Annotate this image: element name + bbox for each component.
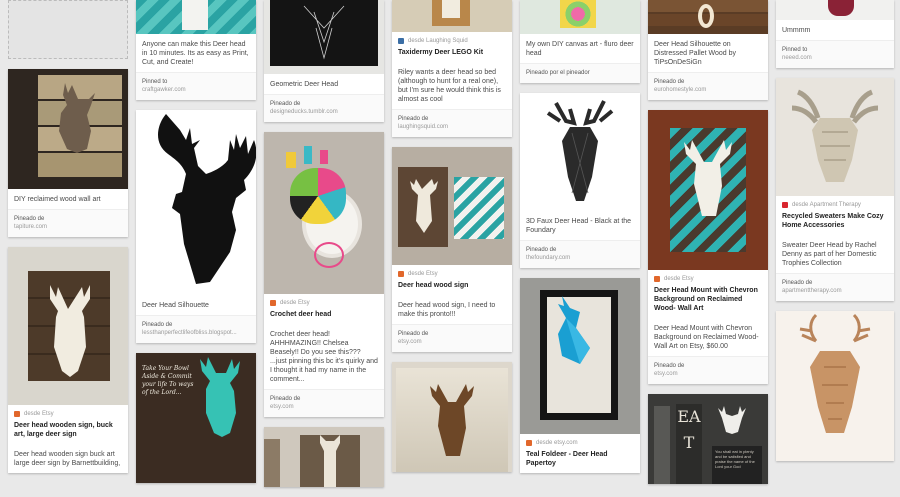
deer-3d-icon: [546, 100, 614, 201]
pin-deer-chevron-wood[interactable]: desde Etsy Deer Head Mount with Chevron …: [648, 110, 768, 384]
pin-title[interactable]: Crochet deer head: [264, 308, 384, 324]
deer-silhouette-icon: [50, 285, 90, 377]
pin-image[interactable]: [776, 0, 894, 20]
pin-image[interactable]: [136, 110, 256, 295]
pin-description: 3D Faux Deer Head - Black at the Foundar…: [526, 218, 632, 234]
geometric-deer-icon: [303, 5, 345, 60]
sweater-deer-icon: [791, 89, 879, 182]
placeholder-pin: [8, 0, 128, 59]
deer-silhouette-icon: [320, 435, 340, 487]
pin-title[interactable]: Deer head wooden sign, buck art, large d…: [8, 419, 128, 444]
pin-title[interactable]: Teal Foldeer - Deer Head Papertoy: [520, 448, 640, 473]
deer-silhouette-icon: [59, 83, 95, 153]
pin-deer-head-silhouette[interactable]: Deer Head Silhouette Pineado de lessthanp…: [136, 110, 256, 343]
deer-silhouette-icon: [430, 384, 474, 456]
etsy-icon: [398, 271, 404, 277]
pin-lego-deer-kit[interactable]: desde Laughing Squid Taxidermy Deer LEGO…: [392, 0, 512, 137]
pin-source[interactable]: Pineado de etsy.com: [392, 324, 512, 352]
apartment-therapy-icon: [782, 202, 788, 208]
pin-source[interactable]: Pineado de laughingsquid.com: [392, 109, 512, 137]
pin-description: Geometric Deer Head: [270, 81, 339, 88]
pin-source[interactable]: Pineado de etsy.com: [264, 389, 384, 417]
etsy-icon: [270, 300, 276, 306]
pin-wood-panel-deer[interactable]: [264, 427, 384, 487]
pin-source[interactable]: Pinned to neeed.com: [776, 40, 894, 68]
pin-crochet-deer-head[interactable]: desde Etsy Crochet deer head Crochet dee…: [264, 132, 384, 417]
deer-silhouette-icon: [158, 114, 256, 284]
pin-3d-faux-deer-head[interactable]: 3D Faux Deer Head - Black at the Foundar…: [520, 93, 640, 268]
pin-deer-head-wood-sign[interactable]: desde Etsy Deer head wood sign Deer head…: [392, 147, 512, 352]
pin-source[interactable]: Pineado de apartmenttherapy.com: [776, 273, 894, 301]
pin-source[interactable]: Pineado de eurohomestyle.com: [648, 72, 768, 100]
pin-source[interactable]: Pinned to craftgawker.com: [136, 72, 256, 100]
pin-eat-wall-decor[interactable]: EAT You shall eat in plenty and be satis…: [648, 394, 768, 484]
pin-image[interactable]: [776, 78, 894, 196]
pin-distressed-wood-deer[interactable]: [392, 362, 512, 472]
etsy-icon: [654, 276, 660, 282]
pin-image[interactable]: [520, 278, 640, 434]
pin-image[interactable]: [264, 0, 384, 74]
etsy-icon: [526, 440, 532, 446]
pin-image[interactable]: [392, 362, 512, 472]
pin-deer-head-wooden-sign[interactable]: desde Etsy Deer head wooden sign, buck a…: [8, 247, 128, 473]
pin-geometric-deer-head[interactable]: Geometric Deer Head Pineado de designeduc…: [264, 0, 384, 122]
pin-description: Crochet deer head! AHHHMAZING!! Chelsea …: [270, 331, 378, 383]
pin-source[interactable]: Pineado de designeducks.tumblr.com: [264, 94, 384, 122]
pin-image[interactable]: [648, 110, 768, 270]
pin-source[interactable]: Pineado de lessthanperfectlifeofbliss.blo…: [136, 315, 256, 343]
pin-wooden-deer-3d[interactable]: [776, 311, 894, 461]
pin-description: Ummmm: [782, 27, 811, 34]
pin-source[interactable]: Pineado de tapiture.com: [8, 209, 128, 237]
pin-image[interactable]: Take Your Bowl Aside & Commit your life …: [136, 353, 256, 483]
etsy-icon: [14, 411, 20, 417]
pin-description: Deer Head Mount with Chevron Background …: [654, 325, 759, 350]
pin-description: Anyone can make this Deer head in 10 min…: [142, 41, 249, 66]
pin-image[interactable]: [8, 69, 128, 189]
pin-source[interactable]: Pineado por el pineador: [520, 63, 640, 83]
pin-image[interactable]: [776, 311, 894, 461]
pin-diy-canvas-art[interactable]: My own DIY canvas art - fluro deer head …: [520, 0, 640, 83]
pin-description: My own DIY canvas art - fluro deer head: [526, 41, 634, 57]
pin-print-cut-deer-head[interactable]: Anyone can make this Deer head in 10 min…: [136, 0, 256, 100]
pin-image[interactable]: [392, 0, 512, 32]
pin-image[interactable]: [648, 0, 768, 34]
pin-title[interactable]: Taxidermy Deer LEGO Kit: [392, 46, 512, 62]
pin-image[interactable]: [264, 132, 384, 294]
pin-image[interactable]: [8, 247, 128, 405]
pin-title[interactable]: Recycled Sweaters Make Cozy Home Accesso…: [776, 210, 894, 235]
pin-image[interactable]: [264, 427, 384, 487]
pin-title[interactable]: Deer Head Mount with Chevron Background …: [648, 284, 768, 318]
pin-title[interactable]: Deer head wood sign: [392, 279, 512, 295]
pin-chalk-deer-art[interactable]: Take Your Bowl Aside & Commit your life …: [136, 353, 256, 483]
pin-diy-reclaimed-wood[interactable]: DIY reclaimed wood wall art Pineado de ta…: [8, 69, 128, 237]
pin-image[interactable]: [136, 0, 256, 34]
pin-pallet-wood-deer[interactable]: Deer Head Silhouette on Distressed Palle…: [648, 0, 768, 100]
pin-ummmm[interactable]: Ummmm Pinned to neeed.com: [776, 0, 894, 68]
laughing-squid-icon: [398, 38, 404, 44]
wooden-deer-head-icon: [799, 313, 871, 433]
pin-image[interactable]: [520, 93, 640, 211]
pin-teal-foldeer[interactable]: desde etsy.com Teal Foldeer - Deer Head …: [520, 278, 640, 473]
pin-description: Riley wants a deer head so bed (although…: [398, 69, 501, 103]
pin-description: Deer head wooden sign buck art large dee…: [14, 451, 121, 467]
pin-source[interactable]: Pineado de thefoundary.com: [520, 240, 640, 268]
scripture-note: You shall eat in plenty and be satisfied…: [712, 446, 762, 484]
pin-image[interactable]: [392, 147, 512, 265]
deer-silhouette-icon: [200, 357, 240, 437]
pin-recycled-sweater-deer[interactable]: desde Apartment Therapy Recycled Sweater…: [776, 78, 894, 301]
pin-source[interactable]: Pineado de etsy.com: [648, 356, 768, 384]
pin-description: Sweater Deer Head by Rachel Denny as par…: [782, 242, 877, 267]
teal-deer-papertoy-icon: [558, 296, 590, 364]
deer-silhouette-icon: [410, 179, 438, 233]
pin-description: Deer Head Silhouette on Distressed Palle…: [654, 41, 736, 66]
pin-image[interactable]: [520, 0, 640, 34]
pin-description: DIY reclaimed wood wall art: [14, 196, 101, 203]
pin-image[interactable]: EAT You shall eat in plenty and be satis…: [648, 394, 768, 484]
pin-description: Deer Head Silhouette: [142, 302, 209, 309]
pin-description: Deer head wood sign, I need to make this…: [398, 302, 496, 318]
deer-silhouette-icon: [684, 140, 732, 216]
